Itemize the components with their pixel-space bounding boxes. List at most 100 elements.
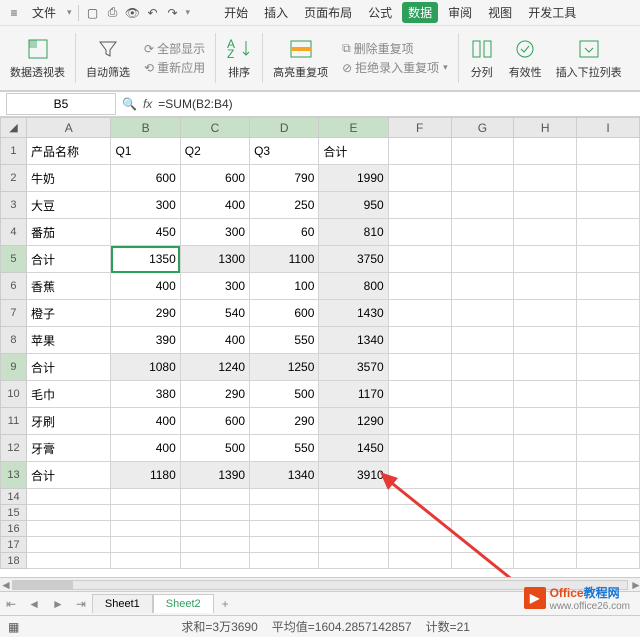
cell[interactable] <box>111 521 180 537</box>
row-header[interactable]: 15 <box>1 505 27 521</box>
col-F[interactable]: F <box>388 118 451 138</box>
save-icon[interactable]: ▢ <box>85 5 101 21</box>
cell[interactable] <box>514 219 577 246</box>
cell[interactable] <box>250 521 319 537</box>
sheet-tab-1[interactable]: Sheet1 <box>92 594 153 613</box>
scroll-left-icon[interactable]: ◄ <box>0 578 10 592</box>
row-header[interactable]: 6 <box>1 273 27 300</box>
cell[interactable] <box>577 192 640 219</box>
cell[interactable] <box>577 246 640 273</box>
cell[interactable]: 橙子 <box>26 300 110 327</box>
row-header[interactable]: 12 <box>1 435 27 462</box>
cell[interactable]: 400 <box>111 408 180 435</box>
cell[interactable]: 600 <box>180 165 249 192</box>
redo-icon[interactable]: ↷ <box>165 5 181 21</box>
cell[interactable]: 合计 <box>26 354 110 381</box>
cell[interactable]: 1240 <box>180 354 249 381</box>
cell[interactable] <box>451 354 514 381</box>
reapply-button[interactable]: ⟲重新应用 <box>144 59 205 76</box>
cell[interactable]: 1250 <box>250 354 319 381</box>
cell[interactable] <box>388 435 451 462</box>
dropdown-button[interactable]: 插入下拉列表 <box>552 36 626 80</box>
cell[interactable] <box>26 553 110 569</box>
cell[interactable]: 合计 <box>26 246 110 273</box>
cell[interactable]: 1990 <box>319 165 388 192</box>
sort-button[interactable]: AZ 排序 <box>222 36 256 80</box>
row-header[interactable]: 9 <box>1 354 27 381</box>
add-sheet-button[interactable]: + <box>214 597 237 611</box>
cell[interactable]: 400 <box>180 327 249 354</box>
cell[interactable] <box>388 462 451 489</box>
cell[interactable] <box>180 537 249 553</box>
cell[interactable]: 540 <box>180 300 249 327</box>
cell[interactable]: 450 <box>111 219 180 246</box>
row-header[interactable]: 7 <box>1 300 27 327</box>
cell[interactable] <box>319 521 388 537</box>
cell[interactable] <box>514 408 577 435</box>
tab-insert[interactable]: 插入 <box>258 2 294 23</box>
cell[interactable] <box>514 165 577 192</box>
col-B[interactable]: B <box>111 118 180 138</box>
col-I[interactable]: I <box>577 118 640 138</box>
cell[interactable]: 290 <box>180 381 249 408</box>
row-header[interactable]: 2 <box>1 165 27 192</box>
cell[interactable] <box>180 553 249 569</box>
cell[interactable] <box>180 505 249 521</box>
cell[interactable] <box>514 327 577 354</box>
cell[interactable] <box>451 408 514 435</box>
cell[interactable] <box>514 354 577 381</box>
cell[interactable]: 300 <box>180 273 249 300</box>
cell[interactable] <box>388 246 451 273</box>
cell[interactable] <box>451 246 514 273</box>
cell[interactable]: 牙膏 <box>26 435 110 462</box>
print-icon[interactable]: ⎙ <box>105 5 121 21</box>
cell[interactable] <box>577 462 640 489</box>
cell[interactable]: 1350 <box>111 246 180 273</box>
cell[interactable] <box>319 553 388 569</box>
cell[interactable] <box>388 489 451 505</box>
cell[interactable] <box>514 192 577 219</box>
cell[interactable] <box>111 553 180 569</box>
col-H[interactable]: H <box>514 118 577 138</box>
cell[interactable] <box>388 327 451 354</box>
cell[interactable] <box>451 138 514 165</box>
cell[interactable] <box>514 553 577 569</box>
cell[interactable]: 1340 <box>319 327 388 354</box>
cell[interactable] <box>451 435 514 462</box>
col-E[interactable]: E <box>319 118 388 138</box>
cell[interactable] <box>26 489 110 505</box>
split-button[interactable]: 分列 <box>465 36 499 80</box>
cell[interactable]: 1390 <box>180 462 249 489</box>
scroll-right-icon[interactable]: ► <box>630 578 640 592</box>
pivot-button[interactable]: 数据透视表 <box>6 36 69 80</box>
tab-view[interactable]: 视图 <box>482 2 518 23</box>
cell[interactable] <box>577 138 640 165</box>
cell[interactable] <box>388 408 451 435</box>
cell[interactable] <box>388 505 451 521</box>
cell[interactable]: 1100 <box>250 246 319 273</box>
row-header[interactable]: 1 <box>1 138 27 165</box>
cell[interactable]: 400 <box>111 273 180 300</box>
cell[interactable] <box>514 246 577 273</box>
cell[interactable]: 大豆 <box>26 192 110 219</box>
tab-nav-first[interactable]: ⇤ <box>0 597 22 611</box>
cell[interactable] <box>514 462 577 489</box>
cell[interactable] <box>577 219 640 246</box>
cell[interactable] <box>180 521 249 537</box>
cell[interactable] <box>319 505 388 521</box>
cell[interactable] <box>451 521 514 537</box>
cell[interactable] <box>111 537 180 553</box>
scroll-thumb[interactable] <box>13 581 73 589</box>
cell[interactable] <box>388 537 451 553</box>
tab-data[interactable]: 数据 <box>402 2 438 23</box>
row-header[interactable]: 3 <box>1 192 27 219</box>
cell[interactable]: 1450 <box>319 435 388 462</box>
formula-input[interactable]: =SUM(B2:B4) <box>158 97 640 111</box>
cell[interactable] <box>514 435 577 462</box>
cell[interactable] <box>577 300 640 327</box>
cell[interactable]: 600 <box>111 165 180 192</box>
cell[interactable] <box>250 489 319 505</box>
cell[interactable]: 产品名称 <box>26 138 110 165</box>
cell[interactable] <box>451 219 514 246</box>
cell[interactable] <box>388 354 451 381</box>
